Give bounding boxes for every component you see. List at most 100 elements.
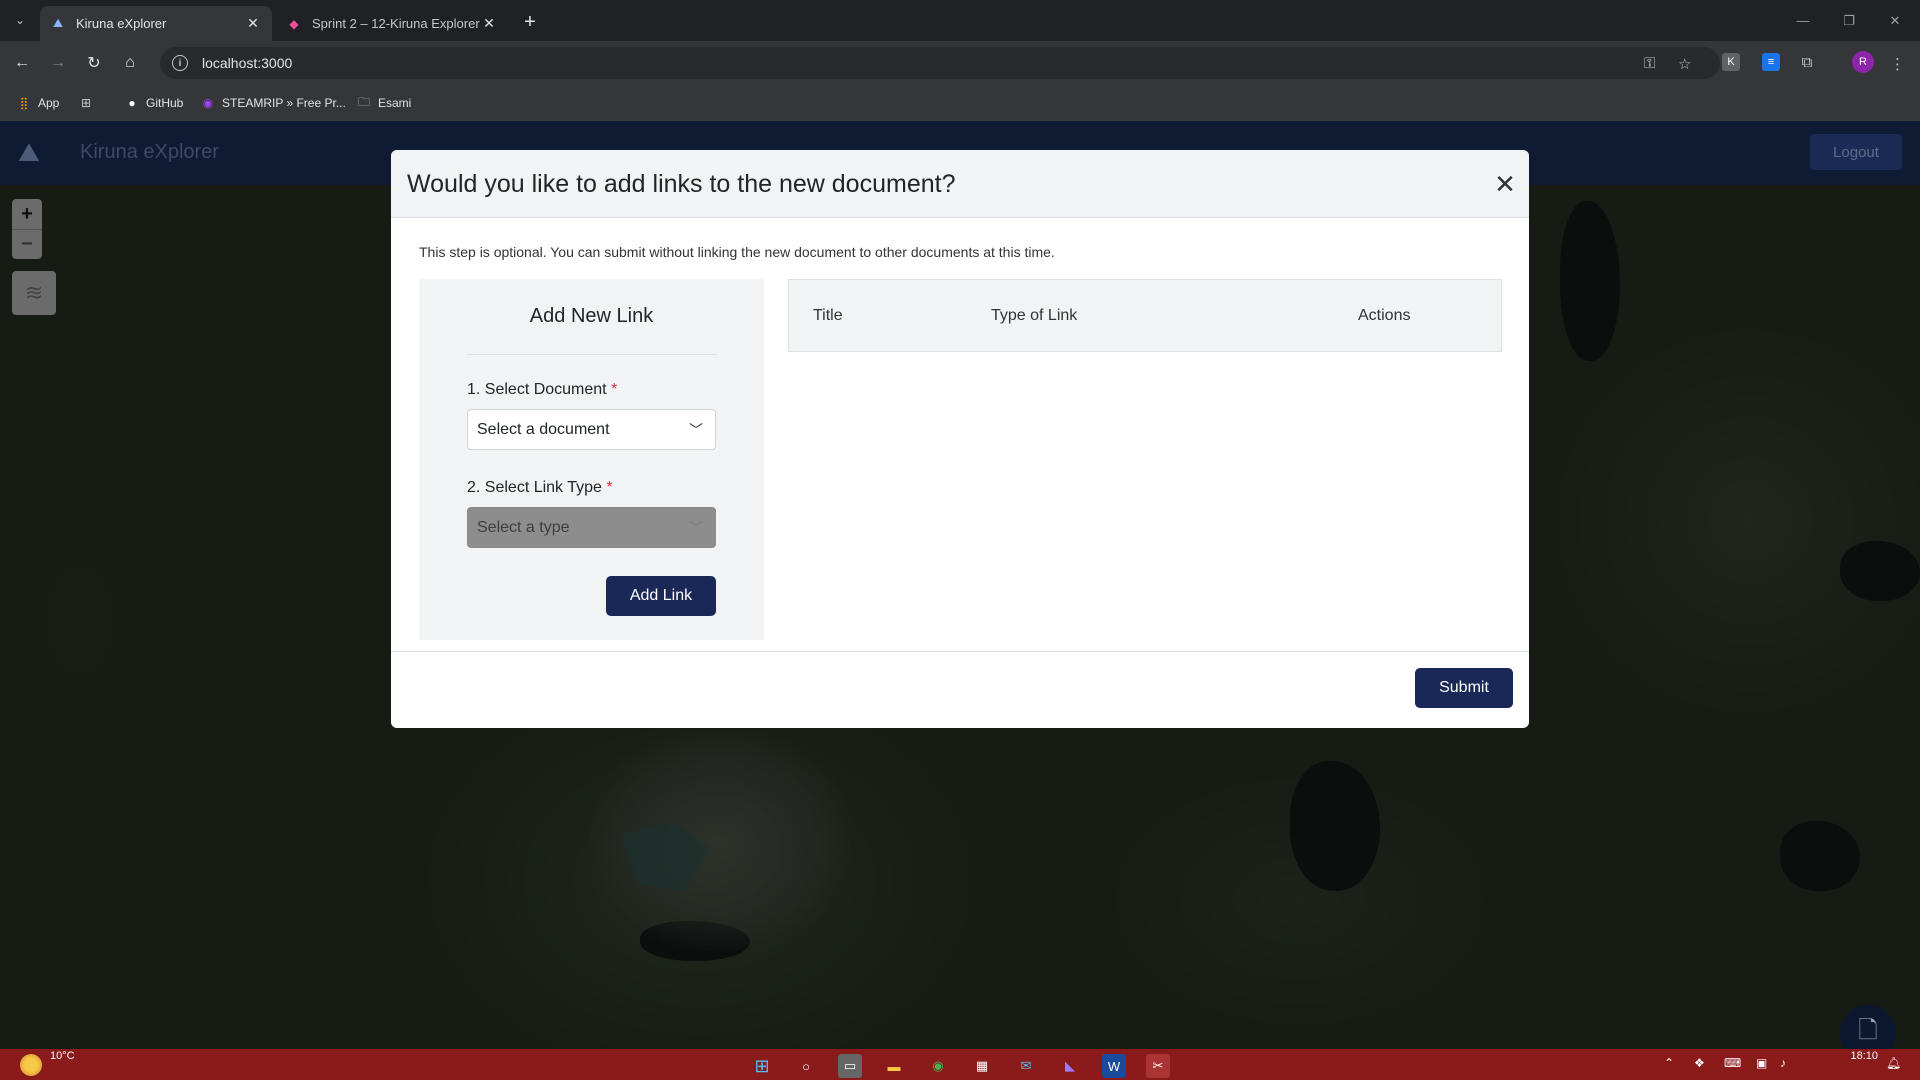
address-bar[interactable]: i localhost:3000 bbox=[160, 47, 1720, 79]
task-view-icon[interactable]: ▭ bbox=[838, 1054, 862, 1078]
browser-toolbar: ← → ↻ ⌂ i localhost:3000 ⚿ ☆ K ≡ ⧉ R ⋮ bbox=[0, 41, 1920, 85]
kiruna-logo-icon: ⛰ bbox=[52, 16, 64, 30]
document-label-text: 1. Select Document bbox=[467, 381, 607, 398]
link-type-select[interactable]: Select a type ﹀ bbox=[467, 507, 716, 548]
required-mark: * bbox=[606, 479, 613, 496]
store-icon[interactable]: ▦ bbox=[970, 1054, 994, 1078]
map-zoom-control: + − bbox=[12, 199, 42, 259]
notification-bell-icon[interactable]: 🔔︎ bbox=[1886, 1056, 1901, 1070]
url-text: localhost:3000 bbox=[202, 55, 293, 71]
profile-avatar[interactable]: R bbox=[1852, 51, 1874, 73]
new-tab-button[interactable]: + bbox=[516, 8, 544, 36]
add-links-modal: Would you like to add links to the new d… bbox=[391, 150, 1529, 728]
bookmark-steamrip[interactable]: ◉ STEAMRIP » Free Pr... bbox=[200, 93, 346, 113]
bookmark-github[interactable]: ● GitHub bbox=[124, 93, 183, 113]
weather-temp: 10°C bbox=[50, 1050, 75, 1062]
column-header-type: Type of Link bbox=[991, 307, 1078, 324]
chevron-down-icon: ﹀ bbox=[689, 422, 703, 438]
app-title: Kiruna eXplorer bbox=[80, 141, 219, 163]
modal-body: This step is optional. You can submit wi… bbox=[391, 218, 1529, 652]
zoom-in-button[interactable]: + bbox=[12, 199, 42, 229]
tab-title: Sprint 2 – 12-Kiruna Explorer Pr bbox=[312, 16, 480, 31]
map-page: ⛰ Kiruna eXplorer Logout + − ≋ 🗋 Would y… bbox=[0, 121, 1920, 1049]
file-explorer-icon[interactable]: ▬ bbox=[882, 1054, 906, 1078]
windows-start-icon[interactable]: ⊞ bbox=[750, 1054, 774, 1078]
minimize-icon[interactable]: — bbox=[1780, 0, 1826, 41]
bookmark-app[interactable]: ⣿ App bbox=[16, 93, 60, 113]
webstorm-icon[interactable]: W bbox=[1102, 1054, 1126, 1078]
bookmark-label: GitHub bbox=[146, 96, 184, 110]
panel-title: Add New Link bbox=[529, 305, 654, 327]
search-icon[interactable]: ○ bbox=[794, 1054, 818, 1078]
apps-grid-icon: ⣿ bbox=[19, 96, 29, 110]
back-arrow-icon[interactable]: ← bbox=[8, 49, 36, 77]
close-icon[interactable]: ✕ bbox=[244, 15, 262, 33]
document-select-value: Select a document bbox=[477, 420, 610, 438]
document-select[interactable]: Select a document ﹀ bbox=[467, 409, 716, 450]
bookmark-tab-groups[interactable]: ⊞ bbox=[78, 93, 100, 113]
tab-groups-icon: ⊞ bbox=[80, 96, 92, 110]
logout-button[interactable]: Logout bbox=[1810, 134, 1902, 170]
divider bbox=[467, 354, 717, 355]
modal-title: Would you like to add links to the new d… bbox=[407, 170, 956, 198]
bookmarks-bar: ⣿ App ⊞ ● GitHub ◉ STEAMRIP » Free Pr...… bbox=[0, 85, 1920, 121]
github-icon: ● bbox=[128, 96, 136, 110]
restore-icon[interactable]: ❐ bbox=[1826, 0, 1872, 41]
visual-studio-icon[interactable]: ◣ bbox=[1058, 1054, 1082, 1078]
column-header-actions: Actions bbox=[1358, 307, 1411, 324]
kiruna-logo-icon: ⛰ bbox=[18, 137, 40, 167]
snipping-tool-icon[interactable]: ✂ bbox=[1146, 1054, 1170, 1078]
bookmark-label: App bbox=[38, 96, 60, 110]
modal-header: Would you like to add links to the new d… bbox=[391, 150, 1529, 218]
column-header-title: Title bbox=[813, 307, 843, 324]
home-icon[interactable]: ⌂ bbox=[116, 49, 144, 77]
zoom-out-button[interactable]: − bbox=[12, 229, 42, 259]
bookmark-label: STEAMRIP » Free Pr... bbox=[222, 96, 346, 110]
required-mark: * bbox=[611, 381, 618, 398]
forward-arrow-icon[interactable]: → bbox=[44, 49, 72, 77]
optional-hint: This step is optional. You can submit wi… bbox=[419, 244, 1055, 260]
bookmark-esami[interactable]: 🗀 Esami bbox=[356, 93, 411, 113]
modal-footer: Submit bbox=[391, 652, 1529, 728]
window-close-icon[interactable]: ✕ bbox=[1872, 0, 1918, 41]
extension-translate-icon[interactable]: ≡ bbox=[1762, 53, 1780, 71]
volume-icon[interactable]: ♪ bbox=[1780, 1056, 1786, 1070]
tab-sprint-figma[interactable]: ◆ Sprint 2 – 12-Kiruna Explorer Pr ✕ bbox=[276, 6, 508, 41]
mail-icon[interactable]: ✉ bbox=[1014, 1054, 1038, 1078]
bookmark-star-icon[interactable]: ☆ bbox=[1678, 55, 1691, 73]
browser-tabstrip: ⌄ ⛰ Kiruna eXplorer ✕ ◆ Sprint 2 – 12-Ki… bbox=[0, 0, 1920, 41]
submit-button[interactable]: Submit bbox=[1415, 668, 1513, 708]
tab-title: Kiruna eXplorer bbox=[76, 16, 167, 31]
extension-k-icon[interactable]: K bbox=[1722, 53, 1740, 71]
link-type-field-label: 2. Select Link Type * bbox=[467, 479, 613, 497]
tab-search-button[interactable]: ⌄ bbox=[8, 8, 32, 32]
reload-icon[interactable]: ↻ bbox=[80, 49, 108, 77]
weather-widget[interactable]: 10°C bbox=[20, 1050, 75, 1076]
bookmark-label: Esami bbox=[378, 96, 412, 110]
menu-dots-icon[interactable]: ⋮ bbox=[1890, 55, 1905, 73]
folder-icon: 🗀 bbox=[357, 94, 370, 109]
link-type-select-value: Select a type bbox=[477, 518, 570, 536]
extensions-puzzle-icon[interactable]: ⧉ bbox=[1798, 53, 1816, 71]
clock[interactable]: 18:10 bbox=[1808, 1050, 1878, 1062]
add-link-button[interactable]: Add Link bbox=[606, 576, 716, 616]
tab-kiruna-explorer[interactable]: ⛰ Kiruna eXplorer ✕ bbox=[40, 6, 272, 41]
chevron-down-icon: ﹀ bbox=[689, 520, 703, 536]
weather-sun-icon bbox=[20, 1054, 42, 1076]
close-icon[interactable]: ✕ bbox=[480, 15, 498, 33]
close-icon[interactable]: ✕ bbox=[1491, 169, 1519, 199]
site-info-icon[interactable]: i bbox=[172, 55, 188, 71]
steamrip-icon: ◉ bbox=[202, 96, 214, 110]
figma-icon: ◆ bbox=[289, 16, 299, 31]
network-icon[interactable]: ▣ bbox=[1756, 1056, 1767, 1070]
link-type-label-text: 2. Select Link Type bbox=[467, 479, 602, 496]
dropbox-icon[interactable]: ❖ bbox=[1694, 1056, 1705, 1070]
chrome-icon[interactable]: ◉ bbox=[926, 1054, 950, 1078]
windows-taskbar: 10°C ⊞ ○ ▭ ▬ ◉ ▦ ✉ ◣ W ✂ ⌃ ❖ ⌨ ▣ ♪ 18:10… bbox=[0, 1049, 1920, 1080]
password-key-icon[interactable]: ⚿ bbox=[1644, 55, 1655, 72]
document-field-label: 1. Select Document * bbox=[467, 381, 617, 399]
layers-icon[interactable]: ≋ bbox=[12, 271, 56, 315]
keyboard-icon[interactable]: ⌨ bbox=[1724, 1056, 1741, 1070]
tray-expand-icon[interactable]: ⌃ bbox=[1664, 1056, 1674, 1070]
add-link-panel: Add New Link 1. Select Document * Select… bbox=[419, 279, 764, 640]
